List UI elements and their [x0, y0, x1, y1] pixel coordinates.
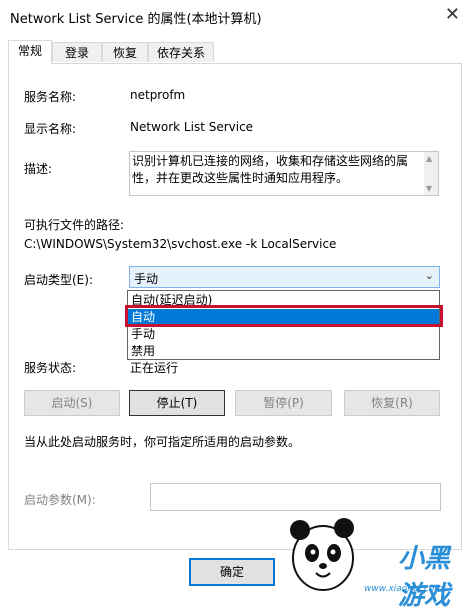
description-label: 描述:: [24, 162, 53, 176]
pause-button[interactable]: 暂停(P): [235, 390, 332, 416]
option-auto[interactable]: 自动: [128, 309, 439, 326]
exe-path-label: 可执行文件的路径:: [24, 218, 125, 232]
option-auto-delayed[interactable]: 自动(延迟启动): [128, 292, 439, 309]
watermark-url: www.xiaohei.com: [364, 584, 444, 594]
service-status-value: 正在运行: [130, 361, 179, 375]
watermark-text: 小黑游戏: [398, 544, 451, 611]
startup-type-select[interactable]: 手动 ⌄: [129, 266, 440, 288]
scroll-down-icon[interactable]: ▼: [426, 184, 432, 193]
display-name-label: 显示名称:: [24, 122, 77, 136]
option-manual[interactable]: 手动: [128, 326, 439, 343]
service-properties-dialog: Network List Service 的属性(本地计算机) ✕ 常规 登录 …: [0, 0, 472, 611]
service-status-label: 服务状态:: [24, 361, 77, 375]
startup-type-label: 启动类型(E):: [24, 273, 93, 287]
exe-path-value: C:\WINDOWS\System32\svchost.exe -k Local…: [24, 237, 337, 251]
startup-type-dropdown: 自动(延迟启动) 自动 手动 禁用: [127, 290, 440, 360]
service-name-value: netprofm: [130, 88, 186, 102]
start-params-label: 启动参数(M):: [24, 493, 96, 507]
description-text: 识别计算机已连接的网络，收集和存储这些网络的属性，并在更改这些属性时通知应用程序…: [132, 154, 409, 185]
watermark-logo: 小黑游戏 www.xiaohei.com: [278, 498, 472, 611]
option-disabled[interactable]: 禁用: [128, 343, 439, 360]
stop-button[interactable]: 停止(T): [129, 390, 225, 416]
description-box[interactable]: 识别计算机已连接的网络，收集和存储这些网络的属性，并在更改这些属性时通知应用程序…: [129, 151, 439, 196]
display-name-value: Network List Service: [130, 120, 254, 134]
service-name-label: 服务名称:: [24, 90, 77, 104]
scroll-up-icon[interactable]: ▲: [426, 154, 432, 163]
ok-button[interactable]: 确定: [189, 558, 275, 586]
start-button[interactable]: 启动(S): [24, 390, 120, 416]
tab-dependencies[interactable]: 依存关系: [148, 42, 214, 62]
hint-text: 当从此处启动服务时，你可指定所适用的启动参数。: [24, 435, 301, 449]
panda-mascot-icon: [290, 518, 354, 591]
chevron-down-icon[interactable]: ⌄: [425, 269, 434, 282]
close-icon[interactable]: ✕: [445, 4, 460, 25]
tab-logon[interactable]: 登录: [52, 42, 102, 62]
description-scrollbar[interactable]: ▲ ▼: [424, 152, 438, 195]
startup-type-selected: 手动: [134, 272, 159, 286]
window-title: Network List Service 的属性(本地计算机): [10, 12, 262, 27]
title-bar: Network List Service 的属性(本地计算机) ✕: [0, 0, 472, 32]
tab-general[interactable]: 常规: [8, 40, 52, 65]
resume-button[interactable]: 恢复(R): [344, 390, 440, 416]
tab-recovery[interactable]: 恢复: [102, 42, 148, 62]
